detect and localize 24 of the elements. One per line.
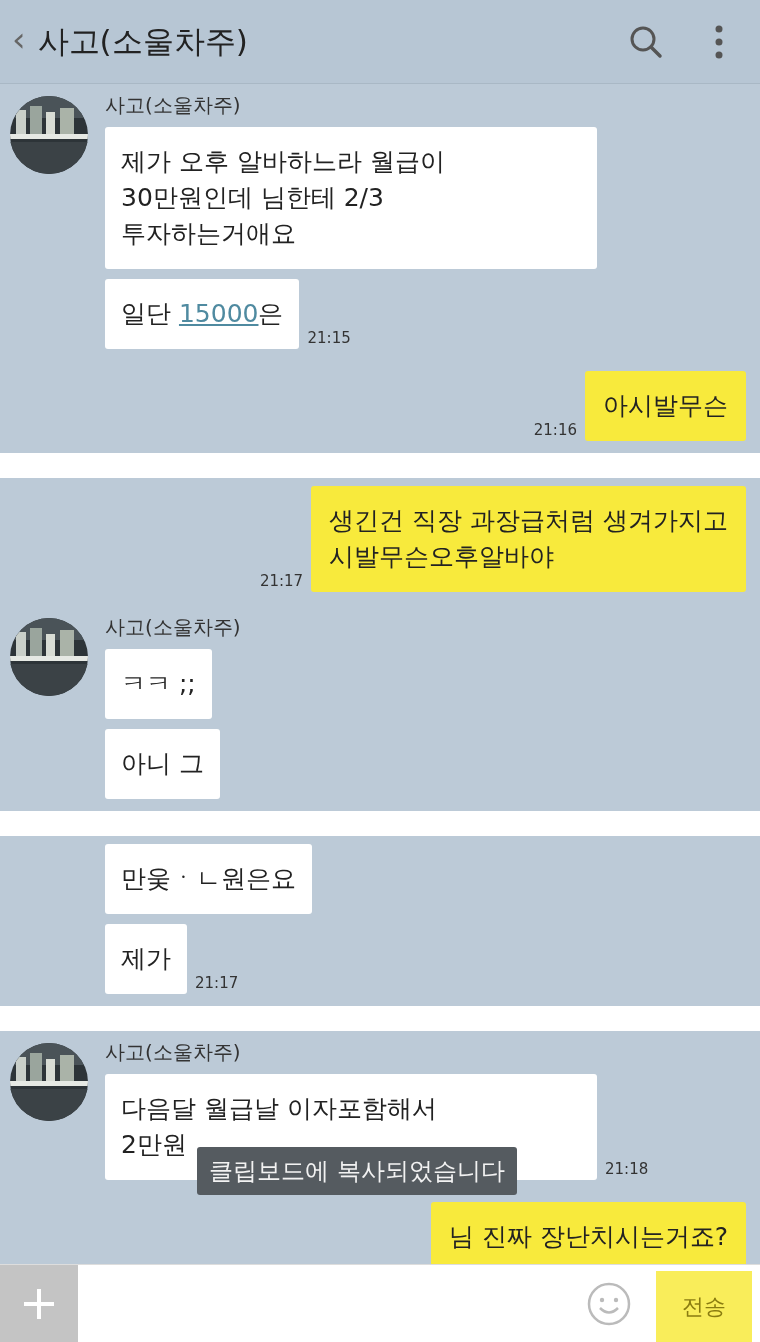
sender-name: 사고(소울차주) [105,92,241,119]
message-time: 21:18 [605,1160,649,1180]
message-bubble: 아니 그 [105,729,220,799]
chat-title: 사고(소울차주) [37,21,248,61]
add-button[interactable] [0,1265,78,1342]
message-time: 21:16 [533,421,577,441]
message-bubble: 일단 15000은 [105,279,300,349]
sender-name: 사고(소울차주) [105,1039,241,1066]
message-time: 21:15 [307,329,351,349]
back-button[interactable]: ‹ [8,18,30,65]
message-bubble: 만웆ㆍㄴ원은요 [105,844,312,914]
message-time: 21:17 [259,572,304,592]
message-bubble: 생긴건 직장 과장급처럼 생겨가지고 시발무슨오후알바야 [311,486,746,592]
message-bubble: ㅋㅋ ;; [105,649,212,719]
message-link[interactable]: 15000 [178,299,259,328]
message-bubble: 아시발무슨 [585,371,746,441]
message-bubble: 님 진짜 장난치시는거죠? [430,1202,746,1264]
message-bubble: 제가 오후 알바하느라 월급이 30만원인데 님한테 2/3 투자하는거애요 [105,127,597,269]
message-time: 21:17 [195,974,239,994]
toast-message: 클립보드에 복사되었습니다 [197,1147,517,1195]
message-bubble: 제가 [105,924,187,994]
plus-icon [22,1286,56,1321]
sender-name: 사고(소울차주) [105,614,241,641]
smiley-icon[interactable] [586,1280,632,1327]
